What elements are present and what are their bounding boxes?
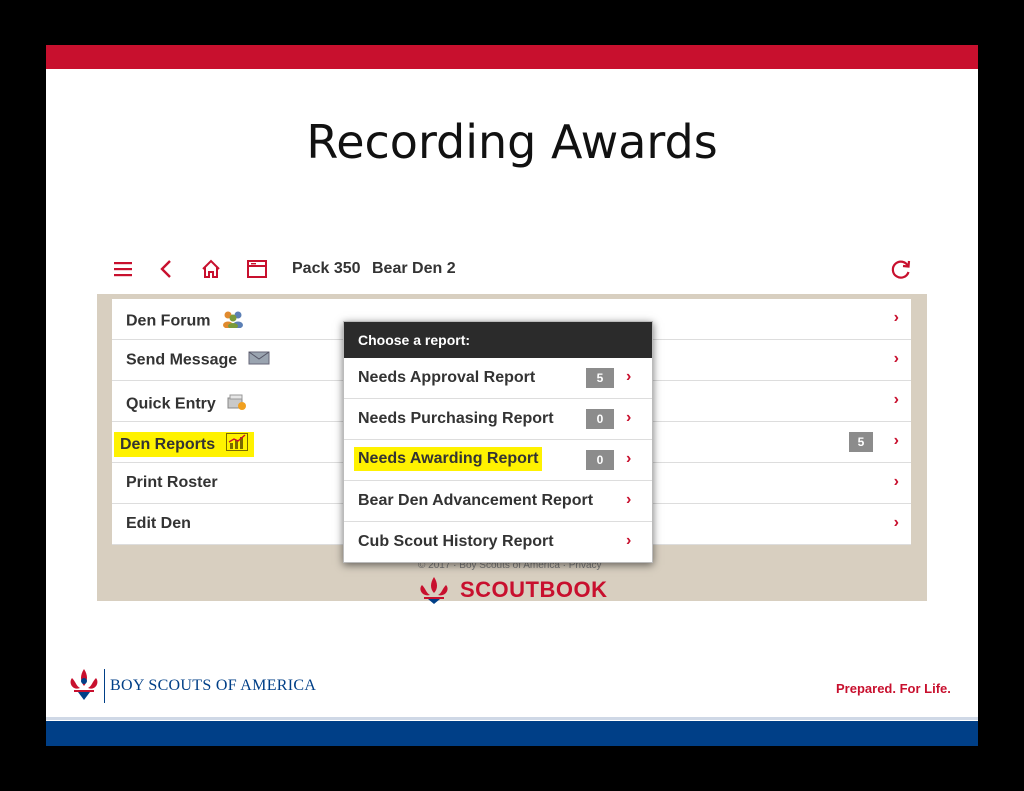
report-item-label: Needs Approval Report [358,369,536,386]
menu-item-label: Print Roster [126,474,218,491]
menu-item-label: Den Reports [120,435,216,453]
chevron-right-icon: › [626,532,632,549]
chevron-right-icon: › [893,350,899,367]
report-item-needs-purchasing[interactable]: Needs Purchasing Report 0 › [344,399,652,440]
report-count-badge: 0 [586,450,614,470]
app-header: Pack 350 Bear Den 2 [108,255,928,285]
menu-item-label: Send Message [126,351,238,369]
envelope-icon [248,351,270,370]
report-item-label: Needs Purchasing Report [358,410,554,427]
bsa-wordmark: BOY SCOUTS OF AMERICA [110,677,317,694]
logo-divider [104,669,105,703]
bottom-divider [46,717,978,720]
report-item-label: Needs Awarding Report [354,447,543,471]
bottom-blue-bar [46,721,978,746]
report-item-label: Cub Scout History Report [358,533,554,550]
chevron-right-icon: › [626,409,632,426]
report-item-bear-den-advancement[interactable]: Bear Den Advancement Report › [344,481,652,522]
chevron-right-icon: › [893,309,899,326]
tagline: Prepared. For Life. [836,681,951,696]
breadcrumb-pack[interactable]: Pack 350 [292,260,361,278]
chevron-right-icon: › [893,391,899,408]
report-count-badge: 5 [586,368,614,388]
menu-icon[interactable] [112,258,134,280]
slide-title: Recording Awards [306,115,718,169]
report-count-badge: 0 [586,409,614,429]
breadcrumb-den[interactable]: Bear Den 2 [372,260,456,278]
menu-item-label: Quick Entry [126,395,216,413]
top-red-bar [46,45,978,69]
chart-icon [225,433,248,456]
menu-item-label: Den Forum [126,312,211,330]
chevron-right-icon: › [893,473,899,490]
chevron-right-icon: › [893,432,899,449]
menu-item-label: Edit Den [126,515,191,532]
back-icon[interactable] [156,258,178,280]
chevron-right-icon: › [626,491,632,508]
bsa-logo: BOY SCOUTS OF AMERICA [68,665,368,705]
report-item-cub-scout-history[interactable]: Cub Scout History Report › [344,522,652,562]
quick-entry-icon [226,392,248,417]
reports-count-badge: 5 [849,432,873,452]
report-chooser-popup: Choose a report: Needs Approval Report 5… [343,321,653,563]
popup-header: Choose a report: [344,322,652,358]
refresh-icon[interactable] [890,258,912,280]
chevron-right-icon: › [626,368,632,385]
report-item-label: Bear Den Advancement Report [358,492,594,509]
fleur-de-lis-icon [414,575,454,610]
chevron-right-icon: › [626,450,632,467]
chevron-right-icon: › [893,514,899,531]
report-item-needs-awarding[interactable]: Needs Awarding Report 0 › [344,440,652,481]
window-icon[interactable] [246,258,268,280]
scoutbook-wordmark: SCOUTBOOK [460,577,608,602]
home-icon[interactable] [200,258,222,280]
bsa-emblem-icon [68,667,100,708]
report-item-needs-approval[interactable]: Needs Approval Report 5 › [344,358,652,399]
people-icon [221,310,245,333]
slide: Recording Awards Pack 350 Bear Den 2 Den… [46,45,978,746]
scoutbook-logo: SCOUTBOOK [414,575,614,605]
